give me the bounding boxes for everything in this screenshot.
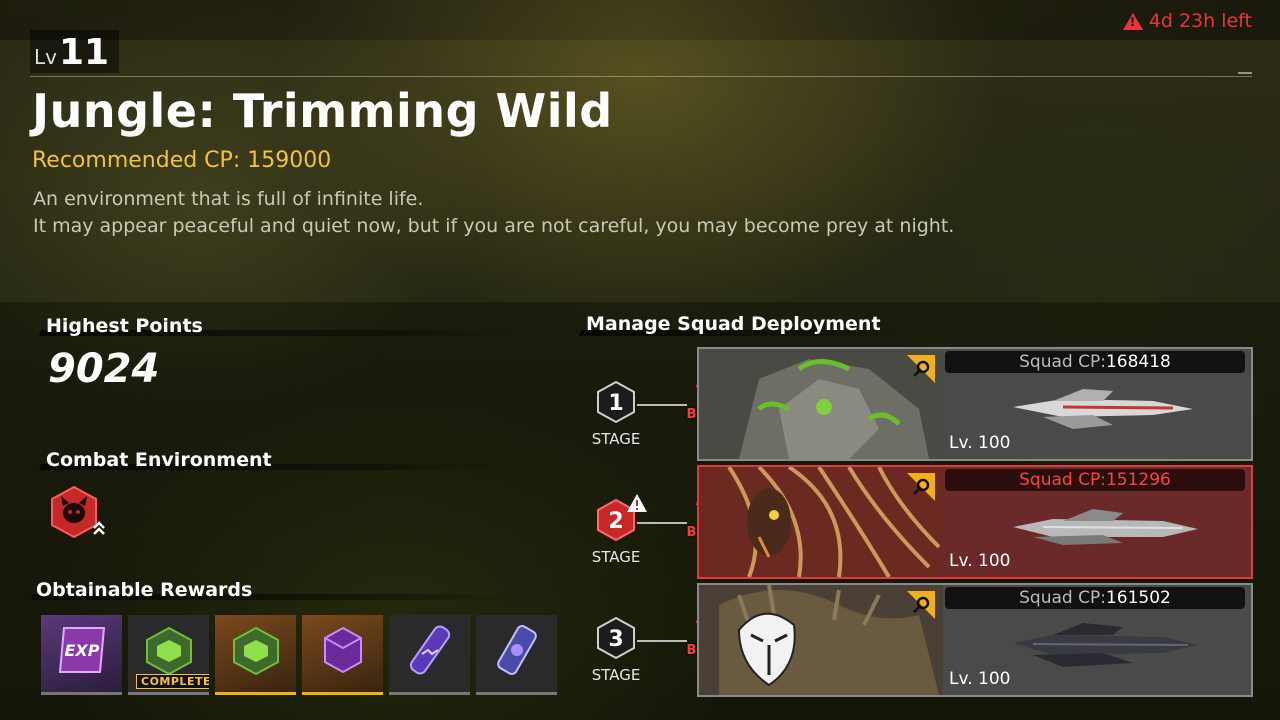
reward-item[interactable] [302, 615, 383, 695]
highest-points-value: 9024 [48, 346, 160, 392]
squad-info: Squad CP:151296 Lv. 100 [943, 467, 1251, 577]
warning-icon: ! [1122, 12, 1143, 30]
description-line-2: It may appear peaceful and quiet now, bu… [33, 215, 955, 237]
purple-capsule-icon [409, 625, 450, 675]
reward-item[interactable] [476, 615, 557, 695]
squad-cp-label: Squad CP: [1019, 352, 1106, 372]
squad-level: Lv. 100 [949, 551, 1011, 571]
squad-cp: Squad CP:161502 [945, 587, 1245, 609]
stage-number: 1 [608, 391, 623, 416]
stage-number: 2 [608, 509, 623, 534]
recommended-cp: Recommended CP: 159000 [32, 148, 332, 173]
inspect-icon[interactable] [907, 591, 935, 619]
purple-canister-icon [496, 625, 537, 676]
battleship-image [1013, 509, 1198, 545]
stage-label: STAGE [591, 430, 641, 448]
squad-card-selected[interactable]: Squad CP:151296 Lv. 100 [697, 465, 1253, 579]
squad-cp-value: 161502 [1105, 588, 1171, 608]
stage-indicator: 3 STAGE [586, 616, 646, 684]
squad-cp-value: 151296 [1105, 470, 1171, 490]
stage-number: 3 [608, 627, 623, 652]
inspect-icon[interactable] [907, 355, 935, 383]
squad-cp: Squad CP:168418 [945, 351, 1245, 373]
squad-card[interactable]: Squad CP:161502 Lv. 100 [697, 583, 1253, 697]
stage-label: STAGE [591, 548, 641, 566]
green-crate-icon [232, 627, 279, 676]
squad-level: Lv. 100 [949, 669, 1011, 689]
stage-hex-icon: 3 [597, 616, 635, 660]
green-crate-icon [145, 627, 192, 676]
squad-cp-value: 168418 [1105, 352, 1171, 372]
event-timer: ! 4d 23h left [1122, 10, 1252, 32]
squad-deployment-label: Manage Squad Deployment [586, 313, 881, 335]
divider-end-mark [1238, 72, 1252, 74]
stage-description: An environment that is full of infinite … [33, 186, 954, 240]
combat-environment-label: Combat Environment [46, 449, 272, 471]
header-divider [30, 76, 1252, 77]
squad-cp: Squad CP:151296 [945, 469, 1245, 491]
stage-hex-icon: 1 [597, 380, 635, 424]
connector-line [637, 640, 687, 642]
level-label: Lv [34, 45, 57, 69]
rewards-label: Obtainable Rewards [36, 579, 253, 601]
reward-item[interactable]: EXP [41, 615, 122, 695]
stage-label: STAGE [591, 666, 641, 684]
connector-line [637, 522, 687, 524]
battleship-image [1013, 389, 1193, 429]
inspect-icon[interactable] [907, 473, 935, 501]
squad-cp-label: Squad CP: [1019, 470, 1106, 490]
reward-item[interactable]: COMPLETE [128, 615, 209, 695]
complete-badge: COMPLETE [136, 674, 209, 689]
top-bar [0, 0, 1280, 40]
timer-text: 4d 23h left [1148, 10, 1252, 32]
description-line-1: An environment that is full of infinite … [33, 188, 424, 210]
level-value: 11 [58, 32, 110, 73]
battleship-image [1013, 623, 1198, 667]
highest-points-label: Highest Points [46, 315, 203, 337]
exp-card-icon: EXP [58, 627, 105, 674]
stage-indicator: 1 STAGE [586, 380, 646, 448]
level-badge: Lv 11 [30, 30, 120, 73]
warning-icon [627, 494, 647, 512]
squad-card[interactable]: Squad CP:168418 Lv. 100 [697, 347, 1253, 461]
squad-info: Squad CP:161502 Lv. 100 [943, 585, 1251, 695]
squad-level: Lv. 100 [949, 433, 1011, 453]
demon-environment-icon[interactable] [48, 484, 106, 542]
rewards-list: EXP COMPLETE [41, 615, 557, 695]
squad-cp-label: Squad CP: [1019, 588, 1106, 608]
squad-info: Squad CP:168418 Lv. 100 [943, 349, 1251, 459]
purple-box-icon [323, 627, 362, 674]
reward-item[interactable] [389, 615, 470, 695]
connector-line [637, 404, 687, 406]
stage-title: Jungle: Trimming Wild [32, 84, 613, 138]
exp-text: EXP [64, 641, 99, 660]
reward-item[interactable] [215, 615, 296, 695]
